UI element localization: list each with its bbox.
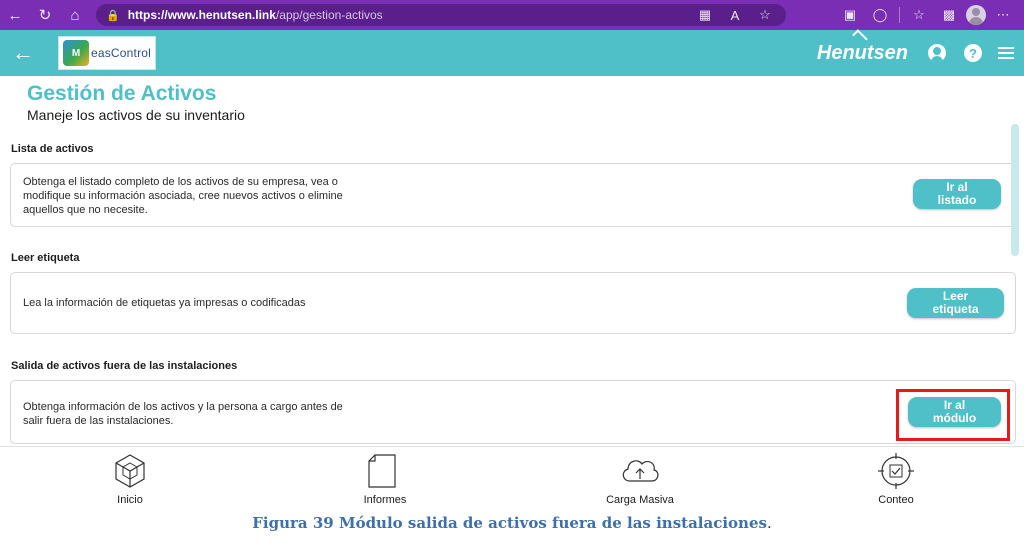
content-scrollbar[interactable] — [1008, 86, 1022, 446]
button-label: Ir al listado — [937, 180, 977, 207]
bottom-navigation: Inicio Informes Carga Masiva Conteo — [0, 446, 1024, 510]
caption-period: . — [766, 514, 772, 532]
brand-logo: Henutsen — [816, 28, 908, 65]
target-check-icon — [878, 453, 914, 489]
browser-refresh-icon[interactable]: ↻ — [30, 0, 60, 30]
ir-al-listado-button[interactable]: Ir al listado — [913, 179, 1001, 209]
card-description: Obtenga el listado completo de los activ… — [23, 176, 343, 216]
page-subtitle: Maneje los activos de su inventario — [27, 107, 245, 123]
nav-item-inicio[interactable]: Inicio — [70, 451, 190, 506]
section-label-salida: Salida de activos fuera de las instalaci… — [11, 360, 238, 372]
url-path: /app/gestion-activos — [275, 8, 383, 22]
profile-avatar[interactable] — [966, 5, 986, 25]
more-options-icon[interactable]: ⋯ — [990, 0, 1016, 30]
nav-label: Conteo — [878, 494, 914, 506]
card-description: Obtenga información de los activos y la … — [23, 401, 343, 427]
read-aloud-icon[interactable]: A — [722, 0, 748, 30]
app-header: ← M easControl Henutsen ? — [0, 28, 1024, 76]
nav-item-carga-masiva[interactable]: Carga Masiva — [580, 451, 700, 506]
scrollbar-thumb[interactable] — [1011, 124, 1019, 256]
brand-name: Henutsen — [816, 41, 908, 64]
card-lista-activos: Obtenga el listado completo de los activ… — [10, 163, 1016, 227]
back-arrow-icon[interactable]: ← — [0, 30, 46, 76]
nav-label: Informes — [363, 494, 407, 506]
browser-toolbar: ← ↻ ⌂ 🔒 https://www.henutsen.link /app/g… — [0, 0, 1024, 30]
hamburger-menu-icon[interactable] — [998, 47, 1014, 59]
section-label-leer: Leer etiqueta — [11, 252, 80, 264]
nav-label: Carga Masiva — [606, 494, 674, 506]
button-label: Leer etiqueta — [932, 289, 979, 316]
favorite-star-icon[interactable]: ☆ — [752, 0, 778, 30]
nav-label: Inicio — [117, 494, 143, 506]
favorites-list-icon[interactable]: ☆ — [906, 0, 932, 30]
page-title: Gestión de Activos — [27, 82, 217, 105]
caption-text: Figura 39 Módulo salida de activos fuera… — [252, 514, 767, 532]
logo-text: easControl — [90, 46, 151, 60]
section-label-lista: Lista de activos — [11, 143, 94, 155]
browser-back-icon[interactable]: ← — [0, 0, 30, 30]
url-host: https://www.henutsen.link — [127, 8, 276, 22]
extensions-icon[interactable]: ▣ — [837, 0, 863, 30]
company-logo[interactable]: M easControl — [58, 36, 156, 70]
nav-item-informes[interactable]: Informes — [325, 451, 445, 506]
app-grid-icon[interactable]: ▦ — [692, 0, 718, 30]
fingerprint-logo-icon: M — [63, 40, 89, 66]
user-account-icon[interactable] — [926, 42, 948, 64]
home-box-icon — [115, 454, 145, 488]
browser-home-icon[interactable]: ⌂ — [60, 0, 90, 30]
figure-caption: Figura 39 Módulo salida de activos fuera… — [0, 514, 1024, 532]
help-icon[interactable]: ? — [962, 42, 984, 64]
red-highlight-box — [896, 389, 1010, 441]
toolbar-divider — [899, 7, 900, 23]
card-description: Lea la información de etiquetas ya impre… — [23, 297, 306, 309]
main-content: Gestión de Activos Maneje los activos de… — [0, 76, 1024, 446]
address-bar[interactable]: 🔒 https://www.henutsen.link /app/gestion… — [96, 4, 786, 26]
browser-essentials-icon[interactable]: ◯ — [867, 0, 893, 30]
nav-item-conteo[interactable]: Conteo — [836, 451, 956, 506]
card-leer-etiqueta: Lea la información de etiquetas ya impre… — [10, 272, 1016, 334]
card-salida-activos: Obtenga información de los activos y la … — [10, 380, 1016, 444]
lock-icon: 🔒 — [106, 9, 120, 22]
leer-etiqueta-button[interactable]: Leer etiqueta — [907, 288, 1004, 318]
collections-icon[interactable]: ▩ — [936, 0, 962, 30]
cloud-upload-icon — [622, 460, 659, 482]
document-icon — [368, 454, 396, 488]
